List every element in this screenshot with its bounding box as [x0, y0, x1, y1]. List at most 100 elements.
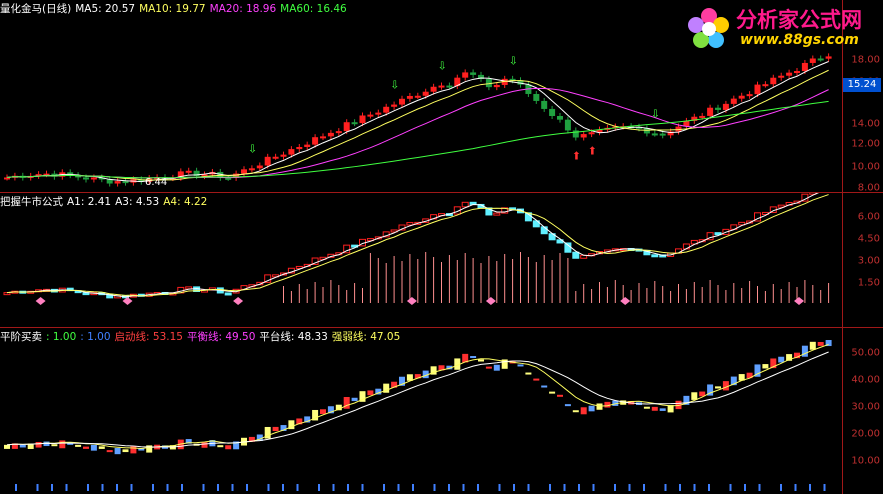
trade-bar: [4, 444, 10, 449]
legend-item: 平衡线: 49.50: [186, 331, 256, 343]
candle-body: [801, 62, 808, 72]
signal-tick: [166, 484, 169, 491]
candle-body: [746, 94, 753, 97]
logo-url: www.88gs.com: [740, 32, 859, 48]
platform-line: [6, 351, 829, 448]
ma10-line: [6, 69, 829, 181]
candle-body: [778, 75, 785, 78]
candle-body: [470, 72, 477, 75]
axis-tick-label: 3.00: [857, 255, 880, 267]
trade-bar: [122, 449, 129, 453]
signal-tick: [823, 484, 826, 491]
bottom-legend: 平阶买卖: 1.00: 1.00 启动线: 53.15 平衡线: 49.50 平台线:…: [0, 330, 404, 344]
trade-bar: [106, 450, 113, 453]
trade-bar: [715, 386, 721, 389]
bull-indicator-chart[interactable]: [0, 193, 842, 327]
candle-body: [414, 95, 421, 98]
trade-bar: [549, 391, 556, 394]
signal-diamond-icon: [485, 297, 496, 305]
trade-bar: [659, 408, 666, 411]
indicator-candle: [406, 222, 414, 226]
candle-body: [707, 107, 714, 116]
signal-tick: [181, 484, 183, 491]
signal-tick: [267, 484, 270, 491]
candle-body: [588, 132, 595, 135]
trade-bar: [809, 341, 816, 350]
candle-body: [391, 104, 398, 107]
candle-body: [825, 56, 832, 59]
signal-tick: [780, 484, 782, 491]
signal-tick: [513, 484, 515, 491]
trade-bar: [485, 366, 492, 369]
signal-tick: [51, 484, 53, 491]
signal-tick: [383, 484, 385, 491]
trade-bar: [762, 364, 769, 369]
signal-tick: [758, 484, 761, 491]
trade-bar: [114, 448, 121, 455]
signal-tick: [563, 484, 566, 491]
trade-indicator-chart[interactable]: [0, 328, 842, 494]
candle-body: [4, 177, 10, 180]
trade-bar: [525, 372, 532, 375]
legend-item: : 1.00: [80, 331, 111, 343]
signal-tick: [116, 484, 118, 491]
trade-bar: [51, 444, 58, 447]
axis-tick-label: 14.00: [851, 118, 880, 130]
axis-tick-label: 4.50: [857, 233, 880, 245]
signal-tick: [729, 484, 732, 491]
candle-body: [430, 86, 437, 92]
site-logo[interactable]: 分析家公式网 www.88gs.com: [684, 2, 883, 56]
indicator-candle: [564, 242, 572, 253]
signal-tick: [462, 484, 465, 491]
sell-arrow-icon: ⇩: [651, 108, 660, 121]
candle-body: [185, 170, 192, 173]
trade-bar: [35, 441, 42, 448]
candle-body: [564, 119, 571, 131]
signal-tick: [794, 484, 797, 491]
low-price-label: 6.44: [145, 177, 167, 188]
signal-tick: [498, 484, 501, 491]
legend-item: 平台线: 48.33: [259, 331, 328, 343]
candle-body: [264, 156, 271, 166]
legend-item: A1: 2.41: [67, 196, 112, 208]
signal-diamond-icon: [794, 297, 804, 305]
signal-tick: [152, 484, 154, 491]
signal-tick: [412, 484, 414, 491]
trade-bar: [801, 345, 808, 357]
current-price-tag: 15.24: [843, 78, 881, 92]
logo-title: 分析家公式网: [736, 8, 862, 32]
candle-body: [462, 72, 469, 78]
legend-item: : 1.00: [46, 331, 77, 343]
candle-body: [367, 114, 374, 117]
candle-body: [296, 146, 303, 150]
legend-item: A3: 4.53: [115, 196, 160, 208]
signal-tick: [527, 484, 530, 491]
axis-tick-label: 8.00: [857, 182, 880, 194]
trade-bar: [59, 440, 66, 449]
trade-bar: [90, 444, 97, 451]
main-legend: 量化金马(日线) MA5: 20.57 MA10: 19.77 MA20: 18.96…: [0, 2, 351, 16]
legend-item: 量化金马(日线): [0, 3, 72, 15]
trade-bar: [517, 364, 524, 367]
legend-item: MA20: 18.96: [209, 3, 277, 15]
indicator-pane-trade[interactable]: 平阶买卖: 1.00: 1.00 启动线: 53.15 平衡线: 49.50 平台线:…: [0, 328, 842, 494]
candle-body: [493, 84, 500, 88]
trade-bar: [351, 397, 358, 402]
trade-bar: [201, 442, 208, 448]
buy-arrow-icon: ⬆: [588, 144, 597, 157]
candle-body: [770, 77, 777, 85]
indicator-pane-bull[interactable]: 把握牛市公式 A1: 2.41 A3: 4.53 A4: 4.22: [0, 193, 842, 327]
indicator-candle: [461, 201, 469, 208]
signal-tick: [202, 484, 205, 491]
candle-body: [280, 154, 287, 157]
legend-item: 平阶买卖: [0, 331, 42, 343]
candle-body: [83, 177, 89, 180]
signal-tick: [65, 484, 68, 491]
candle-body: [438, 85, 445, 88]
candle-body: [446, 85, 453, 88]
candle-body: [114, 181, 121, 184]
signal-tick: [361, 484, 364, 491]
trade-bar: [98, 446, 105, 449]
signal-tick: [246, 484, 248, 491]
signal-tick: [130, 484, 133, 491]
